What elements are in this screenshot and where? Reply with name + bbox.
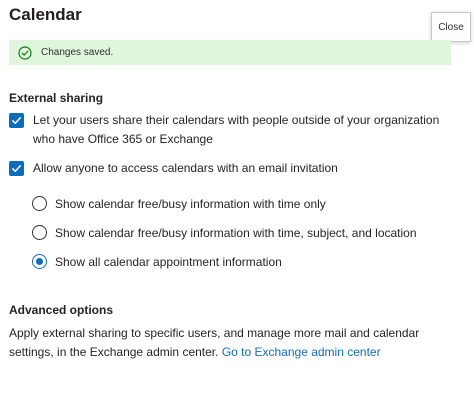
radio-selected-dot bbox=[36, 258, 43, 265]
email-invitation-checkbox[interactable] bbox=[9, 161, 24, 176]
free-busy-details-radio[interactable] bbox=[32, 225, 47, 240]
free-busy-details-label: Show calendar free/busy information with… bbox=[55, 225, 417, 240]
checkmark-circle-icon bbox=[18, 45, 32, 60]
external-sharing-heading: External sharing bbox=[9, 91, 104, 105]
radio-option-free-busy-time[interactable]: Show calendar free/busy information with… bbox=[32, 196, 326, 211]
success-banner: Changes saved. bbox=[9, 40, 451, 65]
close-tooltip-label: Close bbox=[438, 21, 464, 33]
advanced-options-description: Apply external sharing to specific users… bbox=[9, 324, 449, 362]
all-info-radio[interactable] bbox=[32, 254, 47, 269]
page-title: Calendar bbox=[9, 5, 82, 24]
radio-option-free-busy-details[interactable]: Show calendar free/busy information with… bbox=[32, 225, 417, 240]
share-outside-org-checkbox[interactable] bbox=[9, 113, 24, 128]
free-busy-time-label: Show calendar free/busy information with… bbox=[55, 196, 326, 211]
advanced-options-heading: Advanced options bbox=[9, 303, 114, 317]
email-invitation-label: Allow anyone to access calendars with an… bbox=[33, 161, 338, 175]
checkmark-icon bbox=[12, 165, 22, 172]
radio-option-all-info[interactable]: Show all calendar appointment informatio… bbox=[32, 254, 282, 269]
share-outside-org-label: Let your users share their calendars wit… bbox=[33, 113, 440, 146]
all-info-label: Show all calendar appointment informatio… bbox=[55, 254, 282, 269]
email-invitation-checkbox-row[interactable]: Allow anyone to access calendars with an… bbox=[9, 161, 463, 178]
checkmark-icon bbox=[12, 117, 22, 124]
free-busy-time-radio[interactable] bbox=[32, 196, 47, 211]
exchange-admin-center-link[interactable]: Go to Exchange admin center bbox=[222, 345, 381, 359]
close-tooltip: Close bbox=[431, 12, 471, 42]
banner-message: Changes saved. bbox=[41, 47, 114, 58]
share-outside-org-checkbox-row[interactable]: Let your users share their calendars wit… bbox=[9, 113, 463, 149]
